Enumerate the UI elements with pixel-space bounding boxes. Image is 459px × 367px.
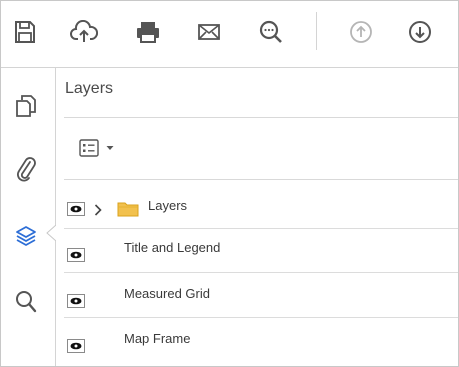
visibility-toggle[interactable] bbox=[67, 294, 85, 308]
visibility-toggle[interactable] bbox=[67, 248, 85, 262]
email-icon[interactable] bbox=[193, 16, 225, 48]
save-icon[interactable] bbox=[9, 16, 41, 48]
eye-icon bbox=[70, 205, 82, 213]
next-page-icon[interactable] bbox=[404, 16, 436, 48]
panel-divider bbox=[64, 117, 459, 118]
eye-icon bbox=[70, 297, 82, 305]
eye-icon bbox=[70, 342, 82, 350]
layer-row[interactable]: Map Frame bbox=[64, 319, 459, 363]
visibility-toggle[interactable] bbox=[67, 202, 85, 216]
cloud-upload-icon[interactable] bbox=[68, 16, 100, 48]
list-options-icon bbox=[79, 139, 99, 157]
panel-divider-2 bbox=[64, 179, 459, 180]
chevron-down-icon bbox=[106, 146, 114, 150]
previous-page-icon[interactable] bbox=[345, 16, 377, 48]
layers-panel: Layers Layers Title and Legend Measured … bbox=[56, 68, 459, 367]
left-nav-rail bbox=[0, 68, 56, 367]
layer-label: Measured Grid bbox=[124, 286, 210, 301]
folder-icon bbox=[117, 202, 139, 217]
chevron-right-icon[interactable] bbox=[94, 204, 102, 216]
active-panel-caret bbox=[46, 225, 56, 241]
layer-row[interactable]: Title and Legend bbox=[64, 229, 459, 273]
row-divider bbox=[64, 272, 459, 273]
search-icon[interactable] bbox=[10, 286, 42, 318]
layer-row[interactable]: Measured Grid bbox=[64, 274, 459, 318]
layer-label: Map Frame bbox=[124, 331, 191, 346]
layer-row-folder[interactable]: Layers bbox=[64, 185, 459, 229]
layer-label: Layers bbox=[148, 198, 188, 213]
print-icon[interactable] bbox=[132, 16, 164, 48]
layers-icon[interactable] bbox=[10, 220, 42, 252]
options-menu-button[interactable] bbox=[79, 137, 129, 159]
eye-icon bbox=[70, 251, 82, 259]
row-divider bbox=[64, 317, 459, 318]
panel-title: Layers bbox=[65, 80, 114, 97]
top-toolbar bbox=[0, 0, 459, 68]
attachments-icon[interactable] bbox=[10, 153, 42, 185]
search-zoom-icon[interactable] bbox=[255, 16, 287, 48]
visibility-toggle[interactable] bbox=[67, 339, 85, 353]
pages-icon[interactable] bbox=[10, 90, 42, 122]
layer-label: Title and Legend bbox=[124, 240, 221, 255]
toolbar-separator bbox=[316, 12, 317, 50]
